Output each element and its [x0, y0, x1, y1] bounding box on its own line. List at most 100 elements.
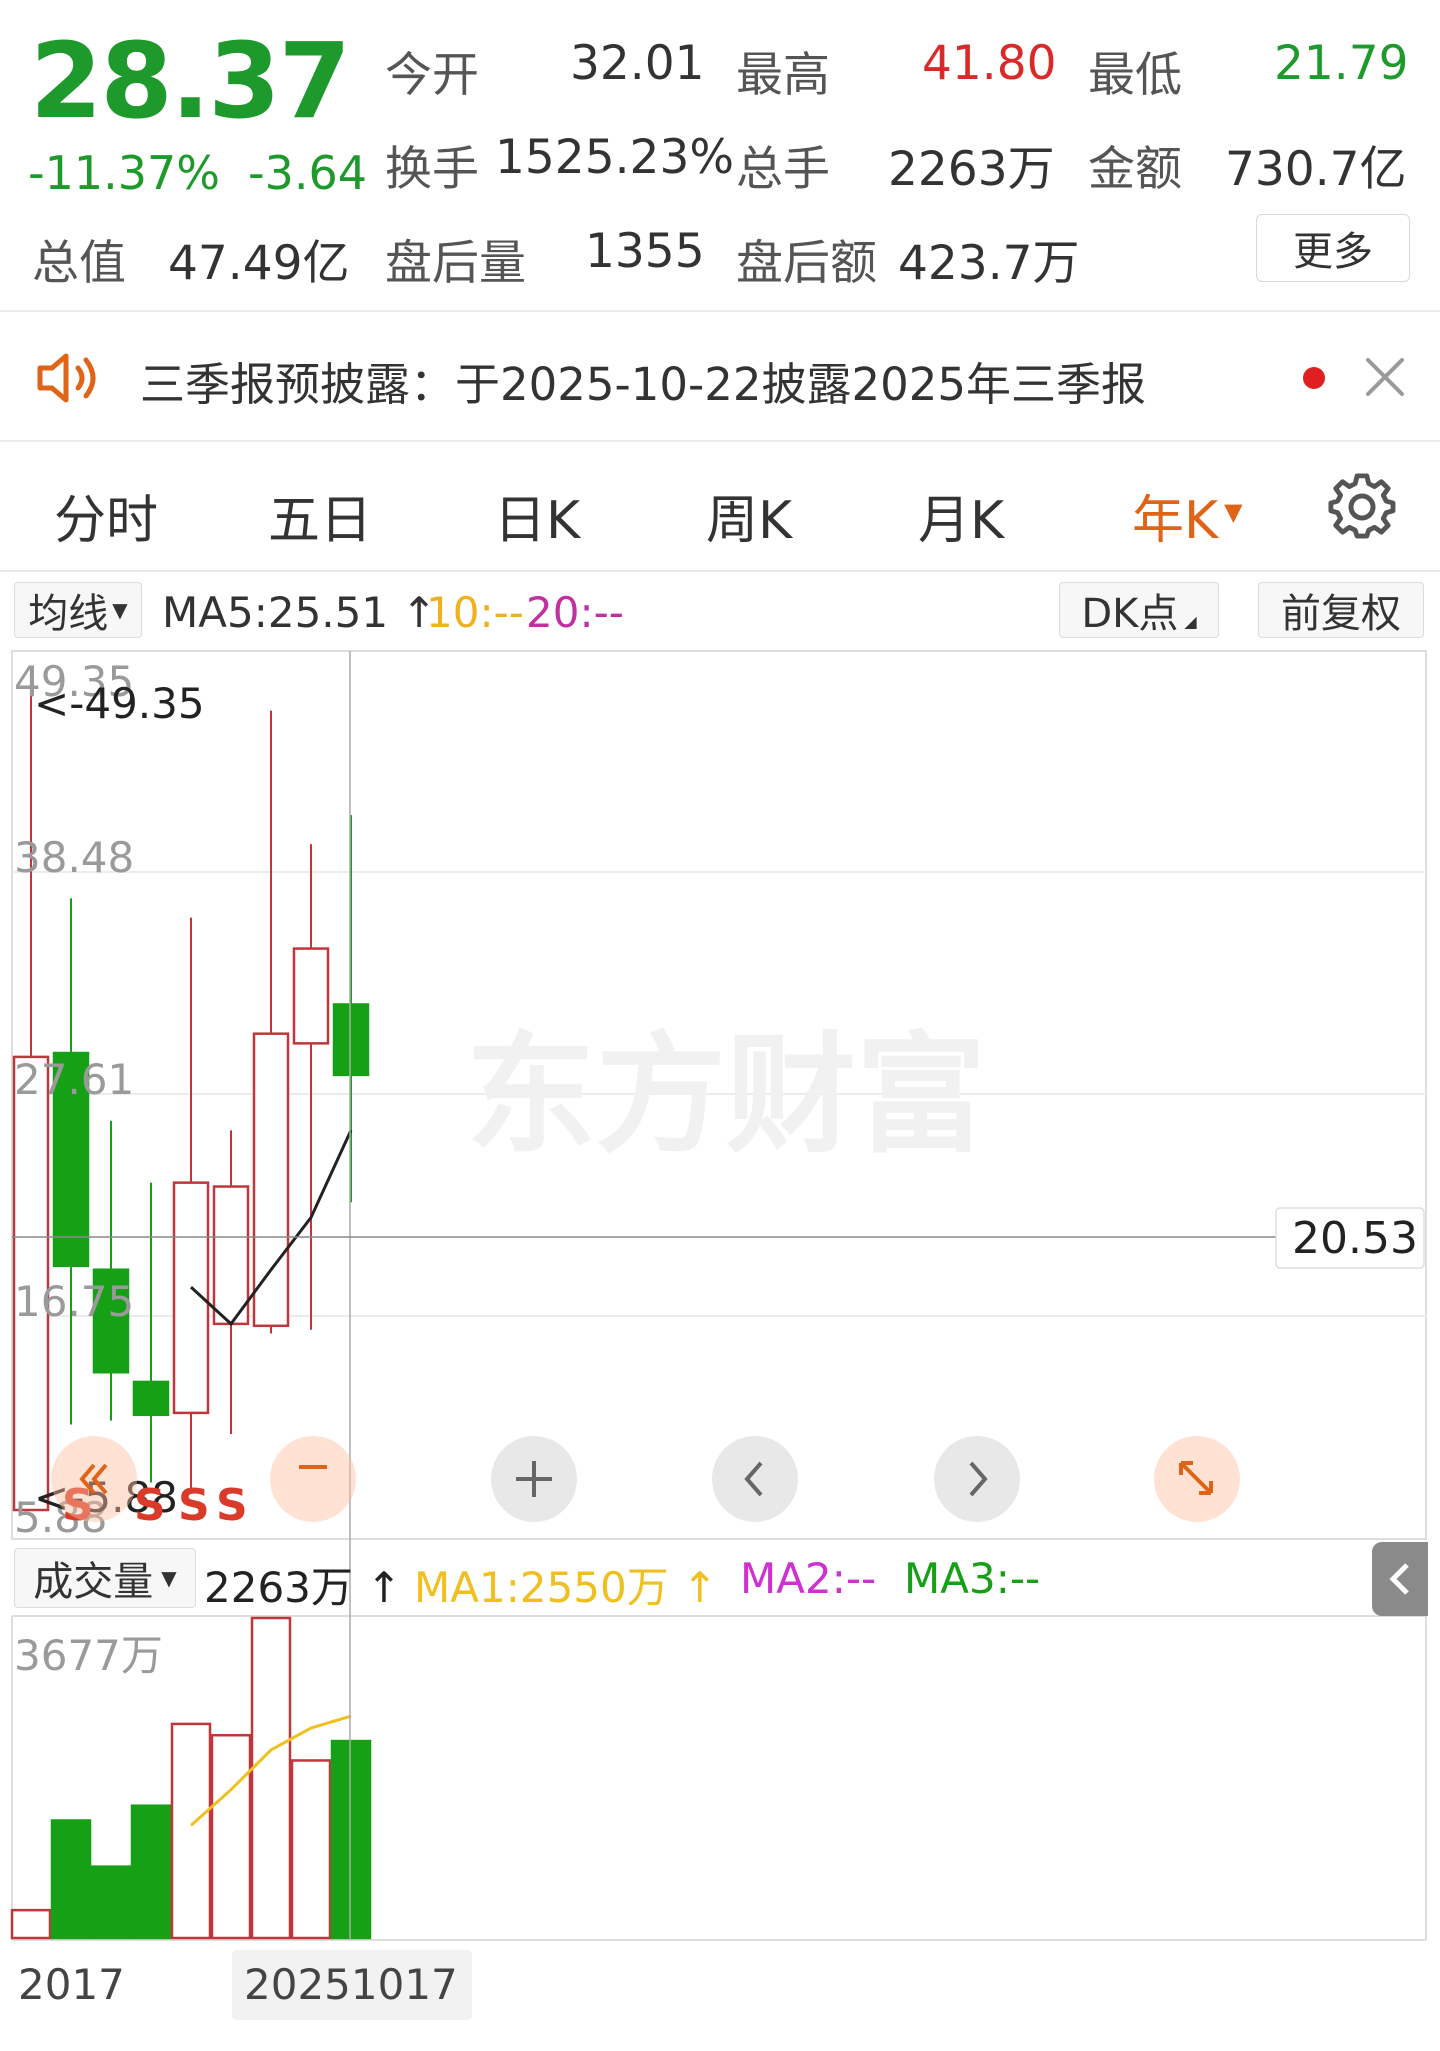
close-icon[interactable]: [1362, 354, 1408, 400]
mktcap-value: 47.49亿: [168, 236, 350, 291]
volume-bar: [210, 1733, 252, 1940]
sell-signal: S: [216, 1480, 248, 1531]
up-arrow-icon: ↑: [668, 1563, 718, 1612]
signal-toggle-icon: [299, 1465, 327, 1469]
volume-readout: 2263万 ↑: [204, 1554, 401, 1615]
candle-body: [212, 1185, 250, 1326]
price-axis-label: 38.48: [14, 833, 134, 882]
indicator-selector[interactable]: 均线 ▼: [14, 582, 142, 638]
chevron-left-icon: [1389, 1563, 1409, 1595]
volume-bar: [10, 1908, 52, 1940]
low-value: 21.79: [1274, 36, 1409, 91]
open-label: 今开: [385, 48, 479, 103]
ma5-value: MA5:25.51: [162, 588, 389, 637]
candle-body: [332, 1003, 370, 1077]
dk-points-label: DK点: [1081, 591, 1179, 637]
volume-indicator-label: 成交量: [33, 1559, 154, 1605]
chevron-right-icon: [969, 1461, 988, 1497]
dropdown-arrow-icon: ▼: [112, 598, 128, 622]
settings-gear-icon[interactable]: [1328, 472, 1396, 540]
price-change: -11.37% -3.64: [28, 146, 367, 200]
open-value: 32.01: [570, 36, 705, 91]
candle-body: [132, 1380, 170, 1417]
fullscreen-button[interactable]: [1154, 1436, 1240, 1522]
volume-axis-max: 3677万: [14, 1631, 163, 1680]
volume-bar: [330, 1739, 372, 1940]
volume-bar: [130, 1804, 172, 1940]
tab-yearly-k-label: 年K: [1132, 491, 1219, 551]
volume-value: 2263万: [204, 1563, 353, 1612]
high-value: 41.80: [922, 36, 1057, 91]
tab-daily-k[interactable]: 日K: [494, 478, 580, 553]
candle-body: [292, 947, 330, 1045]
chevron-left-icon: [744, 1461, 763, 1497]
jump-to-start-button[interactable]: [51, 1436, 137, 1522]
volume-bar: [50, 1819, 92, 1940]
sell-signal: S: [178, 1480, 210, 1531]
volume-label: 总手: [736, 142, 830, 197]
signal-marker-button[interactable]: [270, 1436, 356, 1522]
plus-icon: [516, 1461, 552, 1497]
up-arrow-icon: ↑: [352, 1563, 402, 1612]
dropdown-arrow-icon: ▼: [161, 1566, 177, 1590]
change-amount: -3.64: [248, 146, 368, 200]
vol-ma3-readout: MA3:--: [904, 1554, 1041, 1603]
volume-indicator-selector[interactable]: 成交量 ▼: [14, 1548, 196, 1608]
ma5-readout: MA5:25.51 ↑: [162, 588, 437, 637]
volume-bar: [170, 1722, 212, 1940]
volume-bar: [90, 1865, 132, 1940]
turnover-value: 1525.23%: [495, 130, 735, 185]
more-button[interactable]: 更多: [1256, 214, 1410, 282]
ma-toolbar: 均线 ▼ MA5:25.51 ↑ 10:-- 20:-- DK点 ◢ 前复权: [0, 580, 1440, 644]
afterhours-volume-value: 1355: [585, 224, 705, 279]
sell-signal: S: [134, 1480, 166, 1531]
crosshair-price-label: 20.53: [1292, 1213, 1418, 1264]
dk-points-button[interactable]: DK点 ◢: [1059, 582, 1219, 638]
zoom-in-button[interactable]: [491, 1436, 577, 1522]
x-axis-start-label: 2017: [18, 1960, 125, 2009]
quote-panel: 28.37 -11.37% -3.64 今开 32.01 最高 41.80 最低 …: [0, 0, 1440, 312]
ma20-readout: 20:--: [526, 588, 624, 637]
tab-five-day[interactable]: 五日: [268, 478, 372, 553]
afterhours-volume-label: 盘后量: [385, 236, 526, 291]
tab-yearly-k[interactable]: 年K ▼: [1132, 478, 1243, 553]
low-label: 最低: [1088, 48, 1182, 103]
tab-monthly-k[interactable]: 月K: [918, 478, 1004, 553]
speaker-icon: [37, 353, 96, 403]
corner-triangle-icon: ◢: [1184, 611, 1197, 631]
divider: [0, 570, 1440, 572]
volume-bar: [290, 1759, 332, 1940]
tab-intraday[interactable]: 分时: [54, 478, 158, 553]
cursor-date-label: 20251017: [244, 1960, 458, 2009]
period-tabs: 分时 五日 日K 周K 月K 年K ▼: [0, 442, 1440, 572]
afterhours-amount-label: 盘后额: [736, 236, 877, 291]
afterhours-amount-value: 423.7万: [898, 236, 1080, 291]
ma10-readout: 10:--: [426, 588, 524, 637]
amount-label: 金额: [1088, 142, 1182, 197]
max-price-marker: <-49.35: [34, 679, 205, 728]
notice-banner[interactable]: 三季报预披露：于2025-10-22披露2025年三季报: [0, 312, 1440, 442]
adjustment-button[interactable]: 前复权: [1258, 582, 1424, 638]
indicator-label: 均线: [28, 591, 109, 637]
vol-ma1-readout: MA1:2550万 ↑: [414, 1554, 717, 1615]
kline-chart[interactable]: 东方财富 49.35 38.48 27.61 16.75 5.88 <-49.3…: [0, 640, 1440, 1950]
vol-ma2-readout: MA2:--: [740, 1554, 877, 1603]
collapse-panel-button[interactable]: [1372, 1542, 1428, 1616]
caret-down-icon: ▼: [1224, 498, 1243, 526]
price-axis-label: 16.75: [14, 1277, 134, 1326]
volume-toolbar: 成交量 ▼ 2263万 ↑ MA1:2550万 ↑ MA2:-- MA3:--: [0, 1540, 1440, 1616]
unread-dot: [1303, 367, 1325, 389]
watermark: 东方财富: [466, 1019, 986, 1171]
change-percent: -11.37%: [28, 146, 220, 200]
amount-value: 730.7亿: [1225, 142, 1407, 197]
scroll-left-button[interactable]: [712, 1436, 798, 1522]
expand-icon: [1179, 1461, 1213, 1495]
tab-weekly-k[interactable]: 周K: [706, 478, 792, 553]
scroll-right-button[interactable]: [934, 1436, 1020, 1522]
turnover-label: 换手: [385, 142, 479, 197]
mktcap-label: 总值: [32, 236, 126, 291]
last-price: 28.37: [30, 20, 351, 142]
price-axis-label: 27.61: [14, 1055, 134, 1104]
high-label: 最高: [736, 48, 830, 103]
double-chevron-left-icon: [79, 1463, 108, 1495]
